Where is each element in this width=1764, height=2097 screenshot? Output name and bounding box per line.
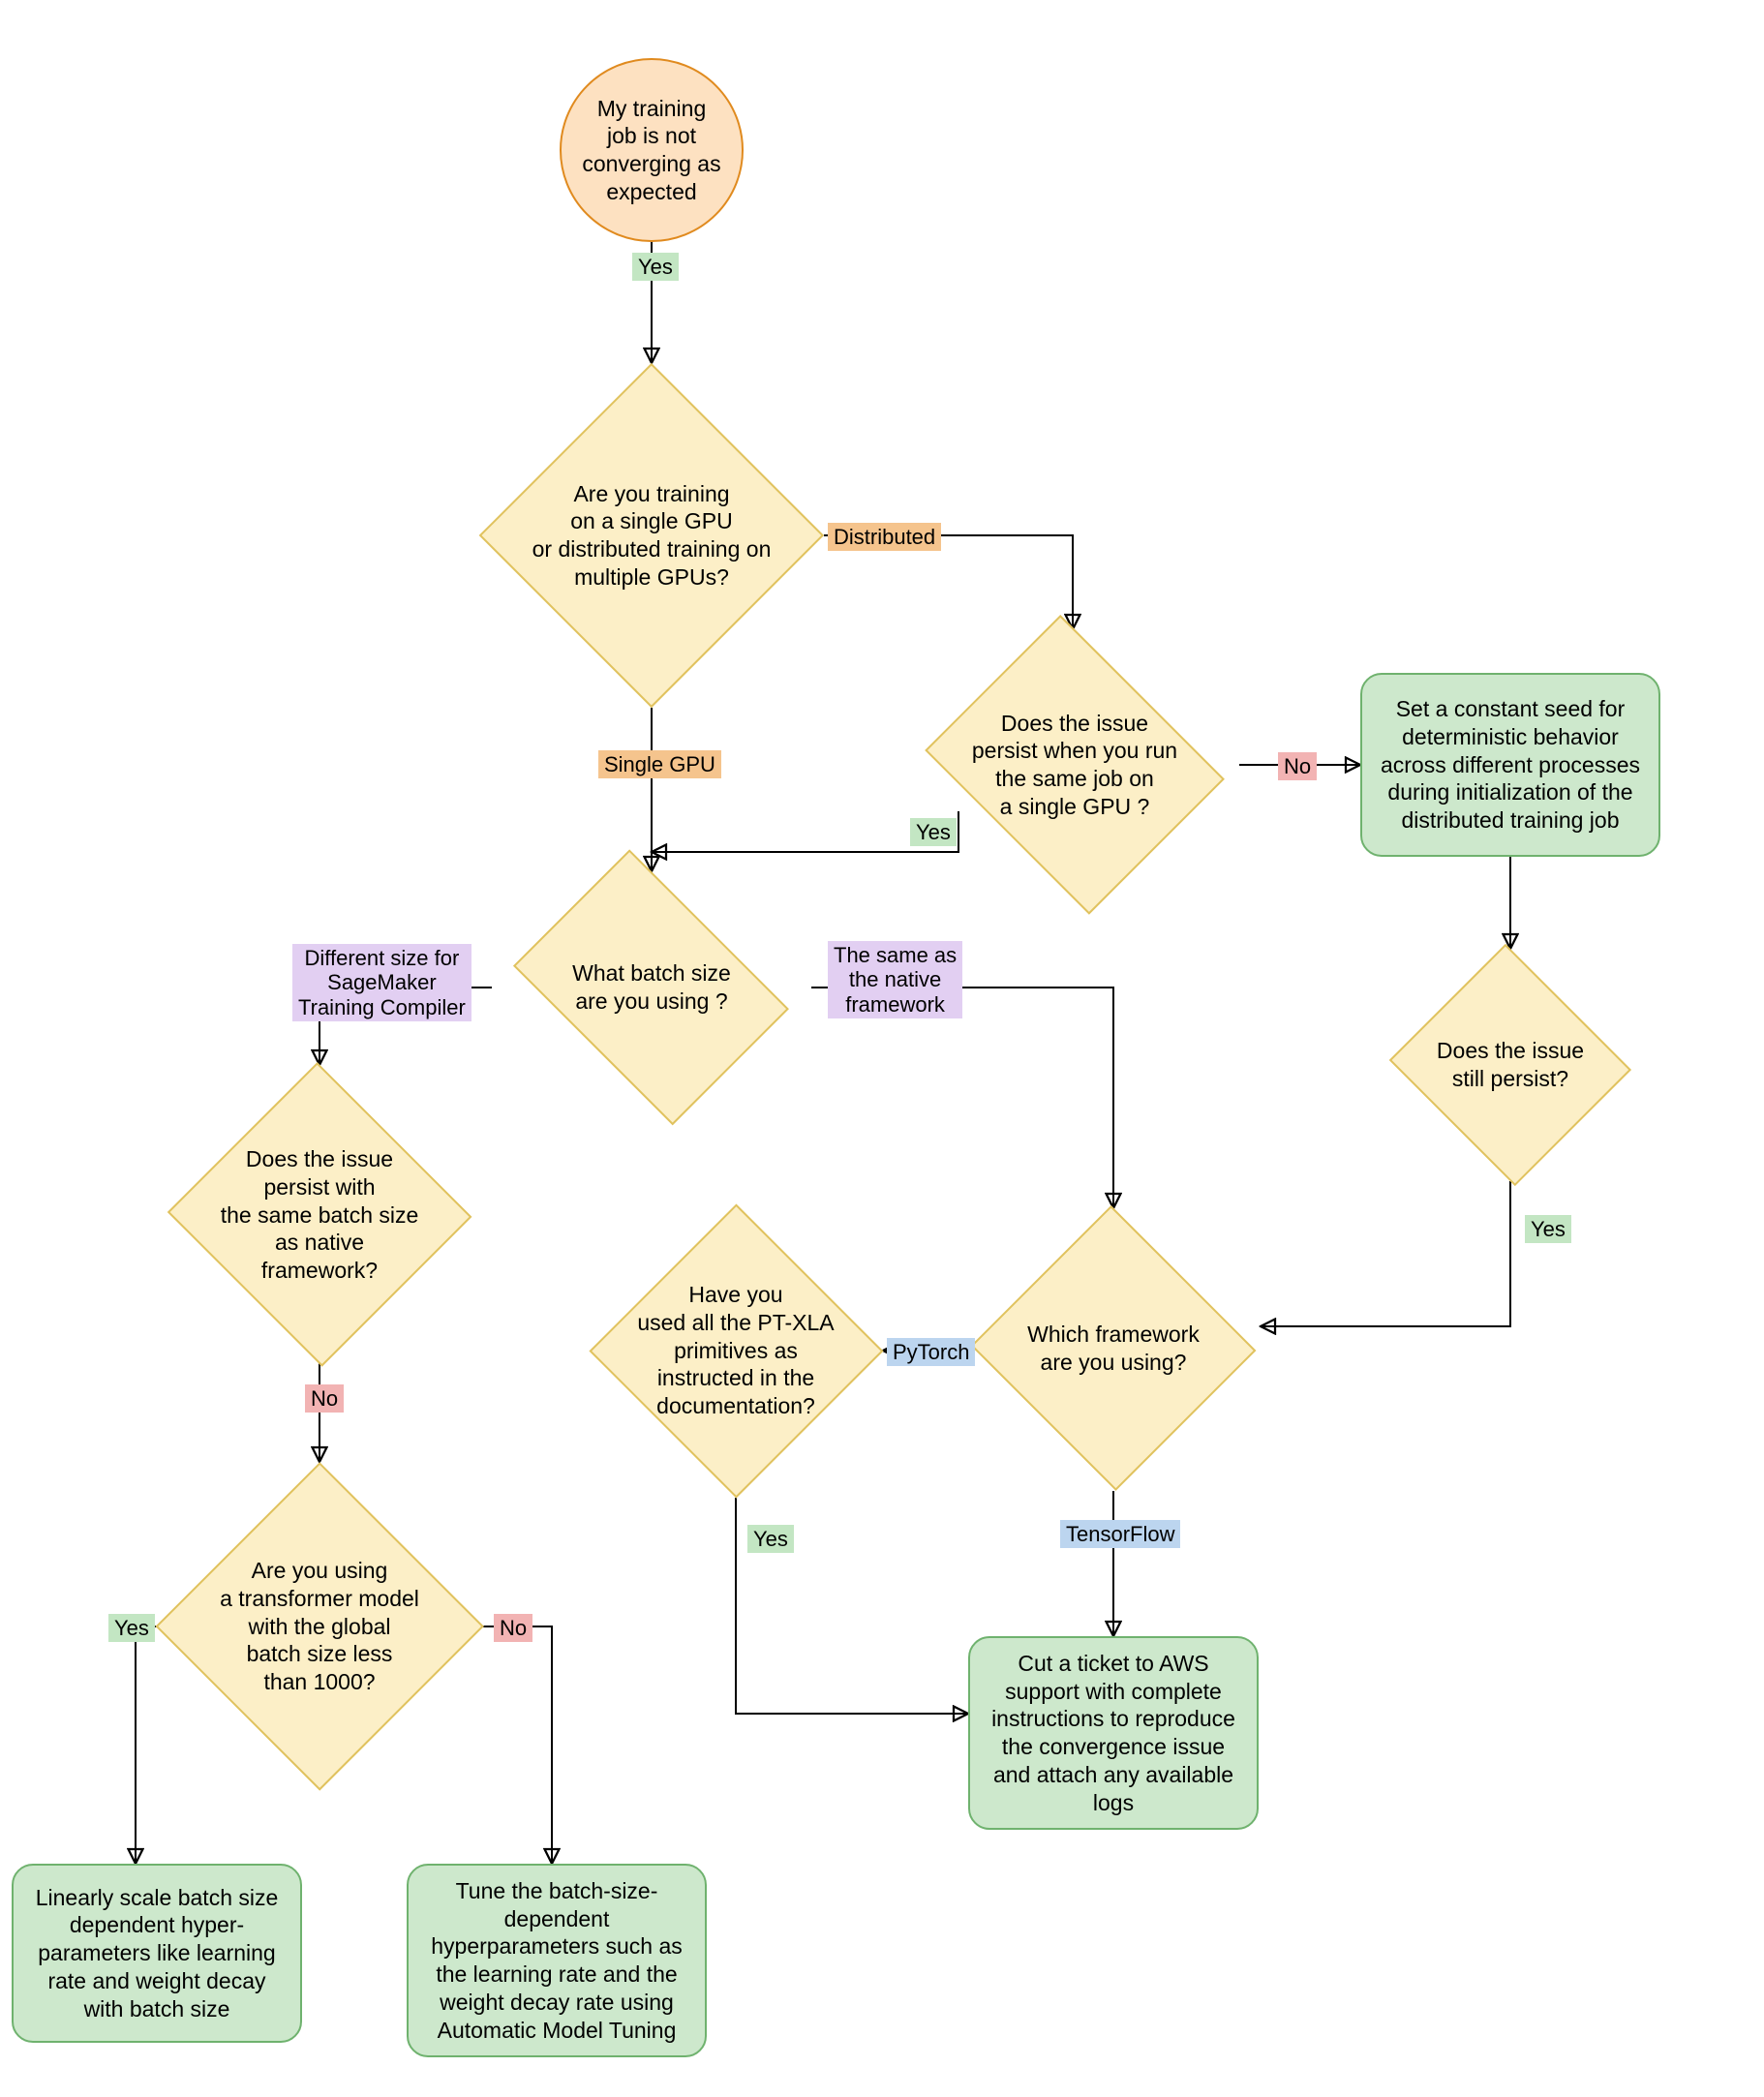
decision-transformer-text: Are you using a transformer model with t…: [188, 1557, 451, 1696]
decision-framework: Which framework are you using?: [968, 1208, 1259, 1489]
decision-still-persist: Does the issue still persist?: [1384, 949, 1636, 1181]
edge-label-persist-no: No: [1278, 752, 1317, 780]
decision-still-persist-text: Does the issue still persist?: [1410, 1037, 1611, 1093]
edge-label-still-yes: Yes: [1525, 1215, 1571, 1243]
decision-persist-single: Does the issue persist when you run the …: [910, 629, 1239, 900]
edge-label-batch-diff: Different size for SageMaker Training Co…: [292, 944, 471, 1021]
terminal-set-seed: Set a constant seed for deterministic be…: [1360, 673, 1660, 857]
edge-label-persist-yes: Yes: [910, 818, 957, 846]
edge-label-ptxla-yes: Yes: [747, 1525, 794, 1553]
decision-native-batch: Does the issue persist with the same bat…: [165, 1065, 474, 1365]
decision-transformer: Are you using a transformer model with t…: [155, 1462, 484, 1791]
flowchart-canvas: My training job is not converging as exp…: [0, 0, 1764, 2097]
decision-gpu-mode: Are you training on a single GPU or dist…: [479, 363, 824, 708]
decision-persist-single-text: Does the issue persist when you run the …: [943, 710, 1206, 821]
edge-label-distributed: Distributed: [828, 523, 941, 551]
edge-label-single-gpu: Single GPU: [598, 750, 721, 778]
edge-label-start-yes: Yes: [632, 253, 679, 281]
edge-label-trans-no: No: [494, 1614, 532, 1642]
edge-label-trans-yes: Yes: [108, 1614, 155, 1642]
decision-native-batch-text: Does the issue persist with the same bat…: [196, 1145, 443, 1285]
edge-label-tensorflow: TensorFlow: [1060, 1520, 1180, 1548]
decision-gpu-mode-text: Are you training on a single GPU or dist…: [514, 480, 790, 592]
decision-ptxla: Have you used all the PT-XLA primitives …: [589, 1203, 883, 1498]
terminal-tune-text: Tune the batch-size- dependent hyperpara…: [431, 1877, 683, 2045]
start-text: My training job is not converging as exp…: [582, 95, 720, 206]
terminal-set-seed-text: Set a constant seed for deterministic be…: [1381, 695, 1640, 835]
terminal-cut-ticket-text: Cut a ticket to AWS support with complet…: [991, 1650, 1235, 1817]
edge-label-pytorch: PyTorch: [887, 1338, 975, 1366]
edge-label-native-no: No: [305, 1384, 344, 1413]
edge-label-batch-same: The same as the native framework: [828, 941, 962, 1018]
decision-framework-text: Which framework are you using?: [997, 1321, 1230, 1377]
start-node: My training job is not converging as exp…: [560, 58, 744, 242]
terminal-tune: Tune the batch-size- dependent hyperpara…: [407, 1864, 707, 2057]
terminal-linear-scale-text: Linearly scale batch size dependent hype…: [36, 1884, 279, 2023]
terminal-linear-scale: Linearly scale batch size dependent hype…: [12, 1864, 302, 2043]
decision-ptxla-text: Have you used all the PT-XLA primitives …: [618, 1281, 853, 1420]
terminal-cut-ticket: Cut a ticket to AWS support with complet…: [968, 1636, 1259, 1830]
decision-batch-size-text: What batch size are you using ?: [524, 959, 779, 1016]
decision-batch-size: What batch size are you using ?: [492, 871, 811, 1104]
